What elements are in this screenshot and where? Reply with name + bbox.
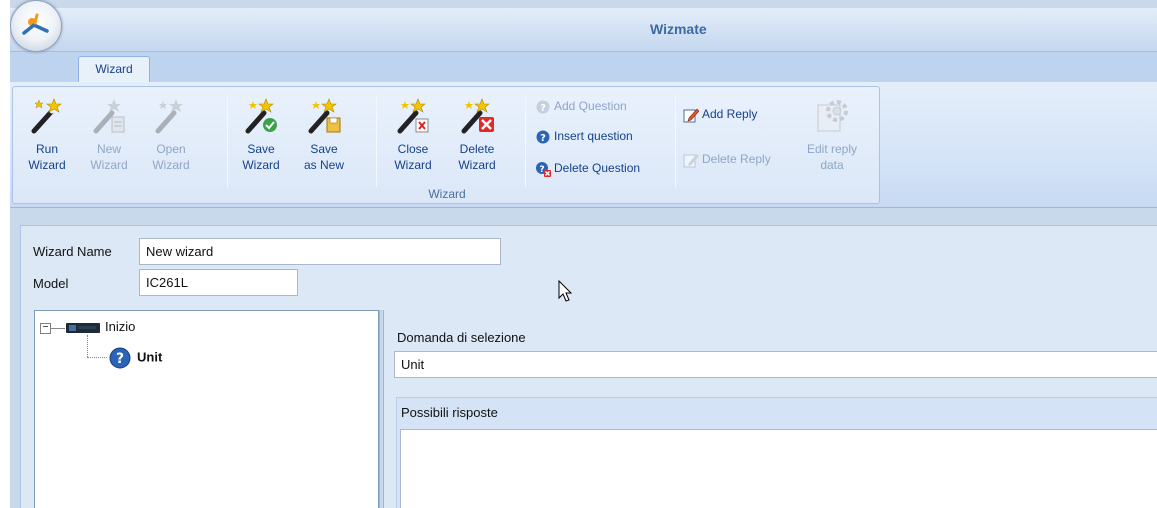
delete-question-label: Delete Question <box>554 161 641 175</box>
new-wizard-icon <box>93 99 125 134</box>
add-reply-label: Add Reply <box>702 107 758 121</box>
help-icon: ? <box>536 100 550 114</box>
delete-wizard-icon <box>461 98 494 134</box>
ribbon-group-wizard: Run Wizard New Wizard Open Wizard Save W… <box>12 86 880 204</box>
mouse-cursor-icon <box>558 280 573 302</box>
ribbon-group-label: Wizard <box>428 187 466 201</box>
close-wizard-label-1: Close <box>397 142 429 156</box>
delete-reply-label: Delete Reply <box>702 152 771 166</box>
ribbon-separator <box>376 95 377 187</box>
app-logo-icon <box>22 13 49 35</box>
add-reply-button[interactable]: Add Reply <box>683 103 757 125</box>
open-wizard-label-2: Wizard <box>152 158 190 172</box>
gear-icon <box>817 100 848 132</box>
new-wizard-label-1: New <box>96 142 121 156</box>
replies-label: Possibili risposte <box>401 405 498 420</box>
open-wizard-icon <box>155 99 183 134</box>
new-wizard-button[interactable]: New Wizard <box>79 93 139 185</box>
run-wizard-button[interactable]: Run Wizard <box>17 93 77 185</box>
model-input[interactable] <box>139 269 298 296</box>
tree-expander-inizio[interactable]: − <box>40 323 51 334</box>
wizard-name-label: Wizard Name <box>33 244 112 259</box>
replies-panel: Possibili risposte <box>396 397 1157 508</box>
question-input[interactable] <box>394 351 1157 378</box>
wizard-tree: − Inizio ? Unit <box>34 310 379 508</box>
magic-wand-icon <box>31 98 62 134</box>
question-icon: ? <box>109 347 131 369</box>
save-wizard-button[interactable]: Save Wizard <box>231 93 291 185</box>
close-wizard-button[interactable]: Close Wizard <box>383 93 443 185</box>
close-wizard-label-2: Wizard <box>394 158 432 172</box>
edit-reply-data-label-1: Edit reply <box>806 142 858 156</box>
ribbon-separator <box>525 95 526 187</box>
delete-question-icon: ? <box>536 161 551 177</box>
delete-question-button[interactable]: ? Delete Question <box>535 157 640 179</box>
tree-connector-line <box>87 357 107 358</box>
wizard-name-input[interactable] <box>139 238 501 265</box>
ribbon: Run Wizard New Wizard Open Wizard Save W… <box>10 82 1157 208</box>
delete-wizard-button[interactable]: Delete Wizard <box>447 93 507 185</box>
save-as-new-icon <box>308 98 341 134</box>
delete-reply-button[interactable]: Delete Reply <box>683 148 771 170</box>
app-window: Wizmate Wizard Run Wizard New Wizard Ope… <box>10 0 1157 508</box>
wizard-editor-panel: Wizard Name Model − Inizio ? Unit <box>20 225 1157 508</box>
save-as-new-button[interactable]: Save as New <box>294 93 354 185</box>
edit-pencil-icon <box>683 108 699 123</box>
tree-node-inizio-label: Inizio <box>105 319 136 334</box>
delete-wizard-label-2: Wizard <box>458 158 496 172</box>
ribbon-separator <box>675 95 676 187</box>
run-wizard-label-1: Run <box>35 142 58 156</box>
run-wizard-label-2: Wizard <box>28 158 66 172</box>
add-question-button[interactable]: ? Add Question <box>535 95 627 117</box>
edit-reply-data-label-2: data <box>820 158 844 172</box>
tree-connector-line <box>87 335 88 357</box>
question-detail-panel: Domanda di selezione Possibili risposte <box>384 310 1157 508</box>
save-wizard-label-1: Save <box>247 142 275 156</box>
new-wizard-label-2: Wizard <box>90 158 128 172</box>
save-as-new-label-1: Save <box>310 142 338 156</box>
svg-text:?: ? <box>539 165 544 175</box>
delete-reply-icon <box>683 153 699 168</box>
insert-question-label: Insert question <box>554 129 633 143</box>
ribbon-separator <box>227 95 228 187</box>
question-label: Domanda di selezione <box>397 330 526 345</box>
window-title: Wizmate <box>650 21 707 37</box>
svg-text:?: ? <box>540 103 546 114</box>
help-icon: ? <box>536 130 550 144</box>
delete-wizard-label-1: Delete <box>459 142 495 156</box>
tree-connector-line <box>51 328 65 329</box>
replies-list[interactable] <box>400 429 1157 508</box>
add-question-label: Add Question <box>554 99 627 113</box>
tree-node-unit-label: Unit <box>137 349 163 365</box>
ribbon-tab-strip: Wizard <box>10 52 1157 83</box>
svg-text:?: ? <box>540 133 546 144</box>
device-icon <box>66 322 100 333</box>
save-wizard-label-2: Wizard <box>242 158 280 172</box>
title-bar: Wizmate <box>10 8 1157 52</box>
open-wizard-button[interactable]: Open Wizard <box>141 93 201 185</box>
open-wizard-label-1: Open <box>156 142 186 156</box>
model-label: Model <box>33 276 69 291</box>
tab-wizard[interactable]: Wizard <box>78 56 150 83</box>
close-wizard-icon <box>397 98 429 134</box>
tree-node-unit[interactable]: ? Unit <box>109 347 162 369</box>
edit-reply-data-button[interactable]: Edit reply data <box>799 93 865 185</box>
svg-text:?: ? <box>116 351 124 367</box>
insert-question-button[interactable]: ? Insert question <box>535 125 633 147</box>
save-as-new-label-2: as New <box>303 158 344 172</box>
application-menu-button[interactable] <box>10 0 62 52</box>
tree-node-inizio[interactable]: Inizio <box>65 319 135 335</box>
save-wizard-icon <box>245 98 277 134</box>
